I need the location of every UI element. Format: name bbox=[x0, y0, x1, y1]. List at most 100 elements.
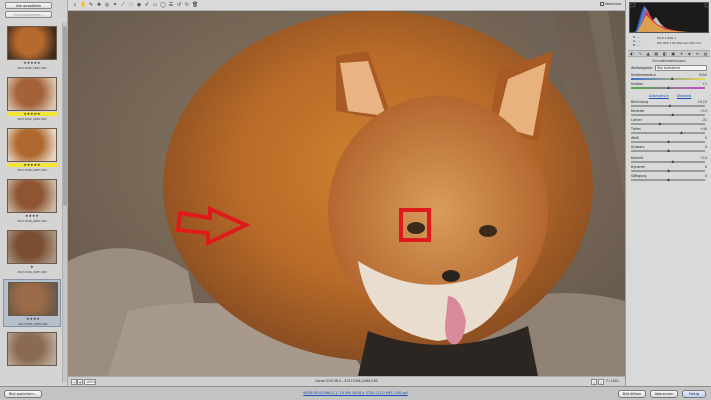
auto-link[interactable]: Automatisch bbox=[649, 94, 669, 99]
thumbnail-image bbox=[8, 282, 58, 316]
detail-icon[interactable]: ▲ bbox=[647, 51, 650, 56]
thumbnail-image bbox=[7, 128, 57, 162]
slider-value[interactable]: -31 bbox=[695, 118, 707, 122]
slider-track[interactable] bbox=[631, 123, 705, 125]
straighten-icon[interactable]: ⟋ bbox=[120, 2, 126, 8]
slider-value[interactable]: +40 bbox=[695, 127, 707, 131]
color-sampler-icon[interactable]: ✚ bbox=[96, 2, 102, 8]
thumbnail-rating: ★ bbox=[30, 265, 34, 269]
slider-farbton[interactable]: Farbton +1 bbox=[631, 82, 709, 90]
tone-curve-icon[interactable]: ∿ bbox=[639, 51, 642, 56]
split-toning-icon[interactable]: ◧ bbox=[663, 51, 667, 56]
slider-belichtung[interactable]: Belichtung +0,15 bbox=[631, 100, 709, 108]
filmstrip-thumbnail[interactable] bbox=[3, 330, 61, 378]
thumbnail-rating: ★★★★★ bbox=[7, 163, 57, 167]
basic-icon[interactable]: ◐ bbox=[630, 51, 634, 56]
white-balance-icon[interactable]: ✎ bbox=[88, 2, 94, 8]
slider-dynamik[interactable]: Dynamik 0 bbox=[631, 165, 709, 173]
filmstrip-thumbnail[interactable]: ★★★★★ 20171006_0282.CR2 bbox=[3, 75, 61, 123]
done-button[interactable]: Fertig bbox=[682, 390, 706, 398]
slider-value[interactable]: 0 bbox=[695, 174, 707, 178]
auto-default-links: Automatisch Standard bbox=[631, 94, 709, 99]
slider-value[interactable]: 0 bbox=[695, 136, 707, 140]
slider-wei-[interactable]: Weiß 0 bbox=[631, 136, 709, 144]
preview-label: Vorschau bbox=[604, 2, 621, 6]
thumbnail-rating bbox=[7, 367, 57, 371]
slider-s-ttigung[interactable]: Sättigung 0 bbox=[631, 174, 709, 182]
thumbnail-image bbox=[7, 230, 57, 264]
slider-kontrast[interactable]: Kontrast +13 bbox=[631, 109, 709, 117]
open-image-button[interactable]: Bild öffnen bbox=[618, 390, 646, 398]
thumbnail-filename: 20171006_0285.CR2 bbox=[17, 270, 47, 274]
slider-track[interactable] bbox=[631, 105, 705, 107]
slider-value[interactable]: +0,15 bbox=[695, 100, 707, 104]
slider-value[interactable]: 0 bbox=[695, 145, 707, 149]
graduated-filter-icon[interactable]: ▭ bbox=[152, 2, 158, 8]
next-image-button[interactable]: › bbox=[598, 379, 604, 385]
slider-track[interactable] bbox=[631, 114, 705, 116]
cancel-button[interactable]: Abbrechen bbox=[650, 390, 678, 398]
adjustments-panel: R: --- G: --- B: --- f/5,6 1/500 s ISO 8… bbox=[625, 0, 711, 386]
slider-schwarz[interactable]: Schwarz 0 bbox=[631, 145, 709, 153]
slider-label: Belichtung bbox=[631, 100, 649, 104]
spot-removal-icon[interactable]: ◌ bbox=[128, 2, 134, 8]
hsl-icon[interactable]: ▦ bbox=[654, 51, 658, 56]
filmstrip-scroll-thumb[interactable] bbox=[63, 26, 67, 206]
filmstrip-thumbnail[interactable]: ★★★★★ 20171006_0283.CR2 bbox=[3, 126, 61, 174]
snapshots-icon[interactable]: ▤ bbox=[704, 51, 708, 56]
slider-farbtemperatur[interactable]: Farbtemperatur 5150 bbox=[631, 73, 709, 81]
rotate-right-icon[interactable]: ↻ bbox=[184, 2, 190, 8]
slider-klarheit[interactable]: Klarheit +14 bbox=[631, 156, 709, 164]
trash-icon[interactable]: 🗑 bbox=[192, 2, 198, 8]
red-eye-icon[interactable]: ◉ bbox=[136, 2, 142, 8]
slider-value[interactable]: +13 bbox=[695, 109, 707, 113]
image-preview[interactable] bbox=[68, 11, 625, 376]
preferences-icon[interactable]: ☰ bbox=[168, 2, 174, 8]
crop-icon[interactable]: ⌗ bbox=[112, 2, 118, 8]
default-link[interactable]: Standard bbox=[677, 94, 692, 99]
slider-label: Schwarz bbox=[631, 145, 645, 149]
synchronize-button[interactable]: Synchronisieren... bbox=[5, 11, 52, 18]
camera-calibration-icon[interactable]: ◈ bbox=[688, 51, 691, 56]
thumbnail-rating: ★★★★ bbox=[26, 317, 40, 321]
slider-tiefen[interactable]: Tiefen +40 bbox=[631, 127, 709, 135]
workflow-options-link[interactable]: sRGB IEC61966-2.1; 16 Bit; 5616 x 3744 (… bbox=[0, 391, 711, 395]
preview-toggle[interactable]: ✓ Vorschau bbox=[599, 2, 621, 6]
histogram bbox=[629, 2, 709, 33]
slider-value[interactable]: 0 bbox=[695, 165, 707, 169]
thumbnail-filename: 20171006_0286.CR2 bbox=[18, 322, 48, 326]
slider-lichter[interactable]: Lichter -31 bbox=[631, 118, 709, 126]
effects-icon[interactable]: ✦ bbox=[680, 51, 683, 56]
filmstrip-thumbnail[interactable]: ★★★★ 20171006_0286.CR2 bbox=[3, 279, 61, 327]
thumbnail-rating: ★★★★ bbox=[25, 214, 39, 218]
slider-label: Tiefen bbox=[631, 127, 641, 131]
slider-track[interactable] bbox=[631, 78, 705, 80]
slider-value[interactable]: 5150 bbox=[695, 73, 707, 77]
slider-label: Dynamik bbox=[631, 165, 646, 169]
slider-label: Lichter bbox=[631, 118, 642, 122]
slider-value[interactable]: +1 bbox=[695, 82, 707, 86]
slider-track[interactable] bbox=[631, 161, 705, 163]
filmstrip-scrollbar[interactable] bbox=[62, 22, 67, 382]
zoom-icon[interactable]: ⌕ bbox=[72, 2, 78, 8]
filmstrip-thumbnail[interactable]: ★★★★ 20171006_0284.CR2 bbox=[3, 177, 61, 225]
slider-label: Farbtemperatur bbox=[631, 73, 656, 77]
prev-image-button[interactable]: ‹ bbox=[591, 379, 597, 385]
hand-icon[interactable]: ✋ bbox=[80, 2, 86, 8]
preview-checkbox[interactable]: ✓ bbox=[599, 2, 604, 6]
filmstrip-thumbnail[interactable]: ★★★★★ 20171006_0281.CR2 bbox=[3, 24, 61, 72]
panel-tabs: ◐ ∿ ▲ ▦ ◧ ▣ ✦ ◈ ≡ ▤ bbox=[628, 50, 710, 57]
adjustment-brush-icon[interactable]: ✐ bbox=[144, 2, 150, 8]
footer-bar: Bild speichern... sRGB IEC61966-2.1; 16 … bbox=[0, 386, 711, 400]
presets-icon[interactable]: ≡ bbox=[696, 51, 699, 56]
lens-icon[interactable]: ▣ bbox=[671, 51, 675, 56]
slider-value[interactable]: +14 bbox=[695, 156, 707, 160]
target-adjust-icon[interactable]: ◎ bbox=[104, 2, 110, 8]
radial-filter-icon[interactable]: ◯ bbox=[160, 2, 166, 8]
slider-track[interactable] bbox=[631, 132, 705, 134]
white-balance-select[interactable]: Wie Aufnahme bbox=[655, 65, 707, 71]
rotate-left-icon[interactable]: ↺ bbox=[176, 2, 182, 8]
exif-readout: R: --- G: --- B: --- f/5,6 1/500 s ISO 8… bbox=[629, 35, 709, 48]
select-all-button[interactable]: Alle auswählen bbox=[5, 2, 52, 9]
filmstrip-thumbnail[interactable]: ★ 20171006_0285.CR2 bbox=[3, 228, 61, 276]
